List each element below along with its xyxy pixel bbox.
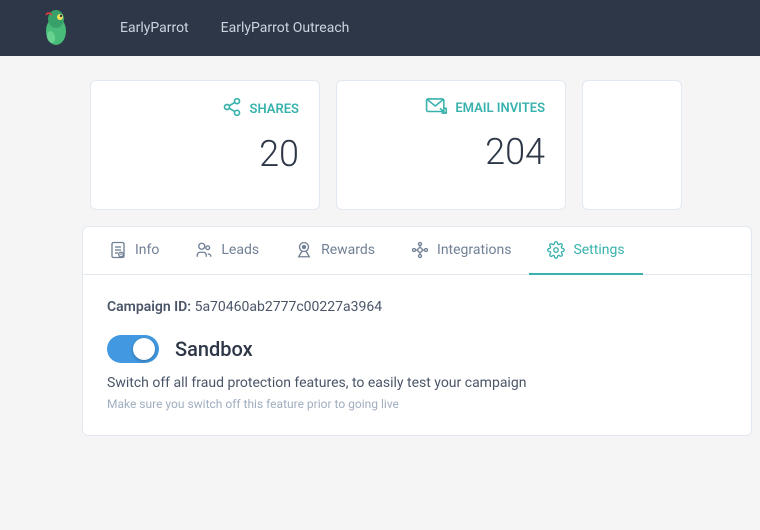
tab-settings[interactable]: Settings [529,227,642,275]
campaign-id-label: Campaign ID: [107,299,191,315]
email-invites-header[interactable]: EMAIL INVITES [425,97,545,119]
settings-tab-icon [547,241,565,259]
toggle-thumb [133,338,155,360]
earlyparrot-outreach-link[interactable]: EarlyParrot Outreach [221,20,350,36]
tab-info-label: Info [135,242,159,258]
email-invites-card: EMAIL INVITES 204 [336,80,566,210]
sandbox-toggle[interactable] [107,335,159,363]
info-tab-icon [109,241,127,259]
tab-leads[interactable]: Leads [177,227,277,275]
shares-icon [222,97,242,121]
navbar: EarlyParrot EarlyParrot Outreach [0,0,760,56]
leads-tab-icon [195,241,213,259]
tab-settings-label: Settings [573,242,624,258]
settings-content: Campaign ID: 5a70460ab2777c00227a3964 Sa… [83,275,751,435]
sandbox-description: Switch off all fraud protection features… [107,375,727,391]
shares-card: SHARES 20 [90,80,320,210]
shares-header[interactable]: SHARES [222,97,299,121]
tabs: Info Leads Rewards [83,227,751,275]
integrations-tab-icon [411,241,429,259]
tab-leads-label: Leads [221,242,259,258]
email-invites-label: EMAIL INVITES [455,101,545,116]
sandbox-warning: Make sure you switch off this feature pr… [107,397,727,411]
tab-integrations[interactable]: Integrations [393,227,529,275]
tab-info[interactable]: Info [91,227,177,275]
tab-rewards-label: Rewards [321,242,375,258]
campaign-id-row: Campaign ID: 5a70460ab2777c00227a3964 [107,299,727,315]
navbar-links: EarlyParrot EarlyParrot Outreach [120,20,349,36]
rewards-tab-icon [295,241,313,259]
tab-integrations-label: Integrations [437,242,511,258]
shares-label: SHARES [250,102,299,117]
sandbox-row: Sandbox [107,335,727,363]
campaign-id-value: 5a70460ab2777c00227a3964 [195,299,383,315]
sandbox-label: Sandbox [175,337,253,361]
stats-area: SHARES 20 EMAIL INVITES 204 [0,56,760,210]
tab-rewards[interactable]: Rewards [277,227,393,275]
shares-value: 20 [259,133,299,175]
email-invites-icon [425,97,447,119]
third-card [582,80,682,210]
earlyparrot-link[interactable]: EarlyParrot [120,20,189,36]
logo [16,7,96,49]
tab-container: Info Leads Rewards [82,226,752,436]
email-invites-value: 204 [485,131,545,173]
